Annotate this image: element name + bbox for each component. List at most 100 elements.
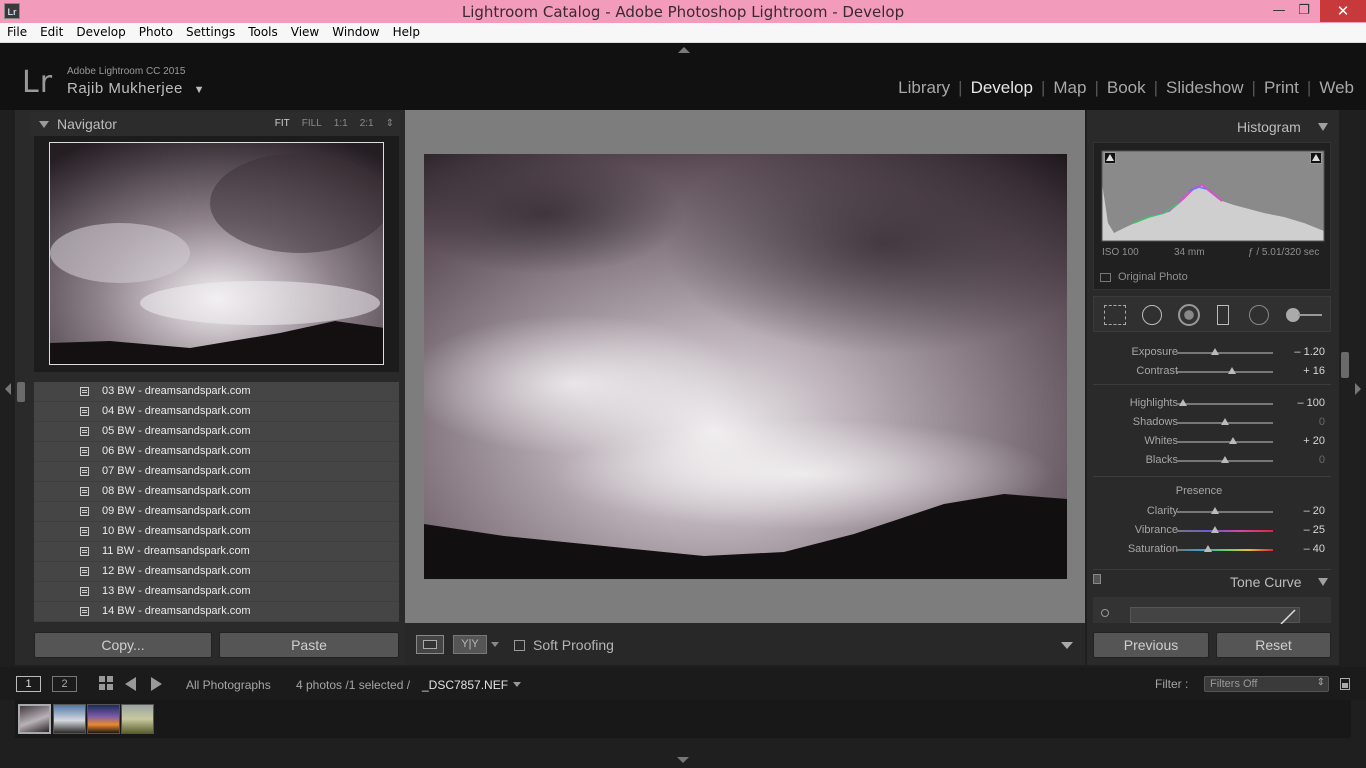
module-slideshow[interactable]: Slideshow xyxy=(1158,78,1252,98)
contrast-slider[interactable]: Contrast + 16 xyxy=(1093,362,1331,381)
second-window-button[interactable]: 2 xyxy=(52,676,77,692)
copy-button[interactable]: Copy... xyxy=(34,632,212,658)
module-develop[interactable]: Develop xyxy=(963,78,1041,98)
vibrance-slider[interactable]: Vibrance – 25 xyxy=(1093,521,1331,540)
blacks-slider[interactable]: Blacks 0 xyxy=(1093,451,1331,470)
curve-line-icon xyxy=(1280,609,1296,625)
menu-window[interactable]: Window xyxy=(325,23,385,39)
filmstrip-thumb[interactable] xyxy=(53,704,86,734)
list-item[interactable]: 11 BW - dreamsandspark.com xyxy=(34,542,399,562)
menu-develop[interactable]: Develop xyxy=(69,23,131,39)
filter-select[interactable]: Filters Off ⇕ xyxy=(1204,676,1329,692)
module-book[interactable]: Book xyxy=(1099,78,1154,98)
filmstrip-thumb[interactable] xyxy=(18,704,51,734)
shadows-slider[interactable]: Shadows 0 xyxy=(1093,413,1331,432)
zoom-fit[interactable]: FIT xyxy=(275,118,290,129)
filter-lock-icon[interactable] xyxy=(1340,678,1350,690)
list-item[interactable]: 05 BW - dreamsandspark.com xyxy=(34,422,399,442)
forward-arrow-icon[interactable] xyxy=(151,677,162,691)
list-item[interactable]: 06 BW - dreamsandspark.com xyxy=(34,442,399,462)
saturation-slider[interactable]: Saturation – 40 xyxy=(1093,540,1331,559)
navigator-header[interactable]: Navigator FIT FILL 1:1 2:1 ⇕ xyxy=(30,112,400,136)
red-eye-icon[interactable] xyxy=(1178,304,1200,326)
graduated-filter-icon[interactable] xyxy=(1217,305,1229,325)
grid-view-icon[interactable] xyxy=(99,676,115,692)
histogram-title[interactable]: Histogram xyxy=(1237,119,1301,135)
soft-proofing-checkbox[interactable] xyxy=(514,640,525,651)
zoom-2-1[interactable]: 2:1 xyxy=(360,118,374,129)
clarity-slider[interactable]: Clarity – 20 xyxy=(1093,502,1331,521)
minimize-button[interactable]: — xyxy=(1268,0,1290,22)
maximize-button[interactable]: ❐ xyxy=(1293,0,1315,22)
module-web[interactable]: Web xyxy=(1311,78,1362,98)
crop-tool-icon[interactable] xyxy=(1104,305,1126,325)
menu-photo[interactable]: Photo xyxy=(132,23,179,39)
highlights-slider[interactable]: Highlights – 100 xyxy=(1093,394,1331,413)
main-window-button[interactable]: 1 xyxy=(16,676,41,692)
filmstrip-thumb[interactable] xyxy=(121,704,154,734)
histogram-collapse-icon[interactable] xyxy=(1318,123,1328,131)
preset-icon xyxy=(80,507,89,516)
list-item[interactable]: 09 BW - dreamsandspark.com xyxy=(34,502,399,522)
filename-dropdown-icon[interactable] xyxy=(513,682,521,687)
previous-button[interactable]: Previous xyxy=(1093,632,1209,658)
loupe-view-button[interactable] xyxy=(416,635,444,654)
list-item[interactable]: 13 BW - dreamsandspark.com xyxy=(34,582,399,602)
original-photo-checkbox[interactable] xyxy=(1100,273,1111,282)
module-map[interactable]: Map xyxy=(1045,78,1094,98)
back-arrow-icon[interactable] xyxy=(125,677,136,691)
target-adjust-icon[interactable] xyxy=(1101,609,1109,617)
navigator-preview[interactable] xyxy=(49,142,384,365)
list-item[interactable]: 12 BW - dreamsandspark.com xyxy=(34,562,399,582)
shutter-readout: 1/320 sec xyxy=(1276,247,1320,258)
zoom-stepper-icon[interactable]: ⇕ xyxy=(386,118,394,129)
paste-button[interactable]: Paste xyxy=(219,632,399,658)
panel-switch-icon[interactable] xyxy=(1093,574,1101,584)
source-label[interactable]: All Photographs xyxy=(186,678,271,692)
collapse-right-icon[interactable] xyxy=(1355,383,1361,395)
tone-curve-area[interactable] xyxy=(1093,597,1331,625)
module-print[interactable]: Print xyxy=(1256,78,1307,98)
zoom-fill[interactable]: FILL xyxy=(302,118,322,129)
filename[interactable]: _DSC7857.NEF xyxy=(422,678,508,692)
left-scrollbar[interactable] xyxy=(17,382,25,402)
filmstrip-thumb[interactable] xyxy=(87,704,120,734)
list-item[interactable]: 08 BW - dreamsandspark.com xyxy=(34,482,399,502)
toolbar-menu-icon[interactable] xyxy=(1061,642,1073,649)
collapse-left-icon[interactable] xyxy=(5,383,11,395)
highlight-clipping-toggle[interactable] xyxy=(1310,152,1322,164)
list-item[interactable]: 03 BW - dreamsandspark.com xyxy=(34,382,399,402)
reset-button[interactable]: Reset xyxy=(1216,632,1331,658)
shadow-clipping-toggle[interactable] xyxy=(1104,152,1116,164)
menu-help[interactable]: Help xyxy=(386,23,426,39)
menu-view[interactable]: View xyxy=(284,23,325,39)
before-after-button[interactable]: Y|Y xyxy=(453,635,487,654)
preset-icon xyxy=(80,447,89,456)
histogram[interactable]: ISO 100 34 mm ƒ / 5.0 1/320 sec Original… xyxy=(1093,142,1331,290)
before-after-dropdown-icon[interactable] xyxy=(491,642,499,647)
collapse-bottom-icon[interactable] xyxy=(677,757,689,763)
tone-curve-collapse-icon[interactable] xyxy=(1318,578,1328,586)
menu-tools[interactable]: Tools xyxy=(241,23,284,39)
menu-edit[interactable]: Edit xyxy=(33,23,69,39)
collapse-top-icon[interactable] xyxy=(678,47,690,53)
user-name[interactable]: Rajib Mukherjee ▼ xyxy=(67,80,205,97)
whites-slider[interactable]: Whites + 20 xyxy=(1093,432,1331,451)
close-button[interactable]: ✕ xyxy=(1320,0,1366,22)
main-photo[interactable] xyxy=(424,154,1067,579)
radial-filter-icon[interactable] xyxy=(1249,305,1269,325)
preset-icon xyxy=(80,487,89,496)
list-item[interactable]: 04 BW - dreamsandspark.com xyxy=(34,402,399,422)
list-item[interactable]: 14 BW - dreamsandspark.com xyxy=(34,602,399,622)
module-picker: Library | Develop | Map | Book | Slideshow | … xyxy=(890,78,1362,98)
menu-file[interactable]: File xyxy=(0,23,33,39)
spot-removal-icon[interactable] xyxy=(1142,305,1162,325)
right-scrollbar[interactable] xyxy=(1341,352,1349,378)
curve-graph[interactable] xyxy=(1130,607,1300,625)
module-library[interactable]: Library xyxy=(890,78,958,98)
list-item[interactable]: 10 BW - dreamsandspark.com xyxy=(34,522,399,542)
menu-settings[interactable]: Settings xyxy=(179,23,241,39)
exposure-slider[interactable]: Exposure – 1.20 xyxy=(1093,343,1331,362)
zoom-1-1[interactable]: 1:1 xyxy=(334,118,348,129)
list-item[interactable]: 07 BW - dreamsandspark.com xyxy=(34,462,399,482)
